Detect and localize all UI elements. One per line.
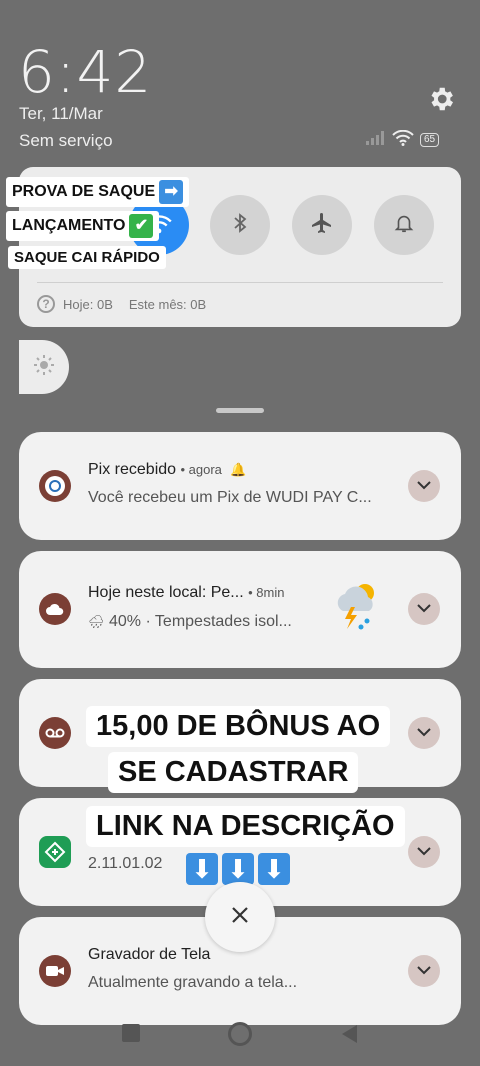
rain-icon: 🌧 [88, 614, 105, 629]
drag-handle[interactable] [216, 408, 264, 413]
app-icon-pix [39, 470, 71, 502]
help-icon: ? [37, 295, 55, 313]
chevron-down-icon [417, 477, 431, 495]
navigation-bar [0, 1022, 480, 1066]
home-button[interactable] [228, 1022, 252, 1046]
airplane-toggle[interactable] [292, 195, 352, 255]
notification-body: 2.11.01.02 [88, 855, 163, 872]
storm-icon [329, 577, 385, 638]
notification-time: • 8min [248, 585, 285, 600]
expand-button[interactable] [408, 593, 440, 625]
notification-title-row: Pix recebido • agora 🔔 [88, 461, 247, 479]
overlay-banner-link: LINK NA DESCRIÇÃO [86, 806, 405, 847]
close-icon [231, 906, 249, 929]
chevron-down-icon [417, 600, 431, 618]
data-usage[interactable]: ? Hoje: 0B Este mês: 0B [37, 295, 206, 313]
app-icon-voicemail [39, 717, 71, 749]
overlay-banner-bonus: 15,00 DE BÔNUS AO [86, 706, 391, 747]
overlay-tag-launch: LANÇAMENTO ✔ [6, 211, 160, 241]
app-icon-weather [39, 593, 71, 625]
bluetooth-icon [232, 212, 248, 239]
alert-bell-icon: 🔔 [230, 462, 247, 477]
arrow-right-icon: ➡ [159, 180, 184, 204]
gear-icon[interactable] [426, 84, 456, 114]
chevron-down-icon [417, 724, 431, 742]
clear-all-button[interactable] [205, 882, 275, 952]
sun-icon [33, 354, 55, 381]
service-status: Sem serviço [19, 131, 113, 150]
back-button[interactable] [340, 1024, 358, 1049]
expand-button[interactable] [408, 470, 440, 502]
chevron-down-icon [417, 962, 431, 980]
overlay-tag-proof: PROVA DE SAQUE ➡ [6, 177, 190, 207]
airplane-icon [310, 211, 334, 240]
wifi-icon [392, 129, 414, 151]
overlay-tag-fast: SAQUE CAI RÁPIDO [8, 246, 166, 269]
signal-icon [366, 130, 386, 150]
notification-body: 🌧 40% · Tempestades isol... [88, 613, 292, 630]
date-label: Ter, 11/Mar [19, 104, 103, 123]
chevron-down-icon [417, 843, 431, 861]
sound-toggle[interactable] [374, 195, 434, 255]
expand-button[interactable] [408, 836, 440, 868]
notification-body: Você recebeu um Pix de WUDI PAY C... [88, 489, 372, 506]
status-icons: 65 [366, 129, 440, 151]
notification-body: Atualmente gravando a tela... [88, 974, 298, 991]
notification-pix[interactable]: Pix recebido • agora 🔔 Você recebeu um P… [19, 432, 461, 540]
notification-time: • agora [180, 462, 222, 477]
notification-title: Gravador de Tela [88, 946, 211, 963]
battery-indicator: 65 [420, 133, 440, 147]
data-today: Hoje: 0B [63, 296, 113, 312]
notification-weather[interactable]: Hoje neste local: Pe... • 8min 🌧 40% · T… [19, 551, 461, 668]
app-icon-update [39, 836, 71, 868]
expand-button[interactable] [408, 717, 440, 749]
brightness-slider[interactable] [19, 340, 69, 394]
notification-title: Hoje neste local: Pe... [88, 584, 244, 601]
app-icon-recorder [39, 955, 71, 987]
divider [37, 282, 443, 283]
notification-title: Pix recebido [88, 461, 177, 478]
recents-button[interactable] [122, 1024, 140, 1042]
check-icon: ✔ [129, 214, 154, 238]
notification-title-row: Hoje neste local: Pe... • 8min [88, 584, 284, 602]
data-month: Este mês: 0B [128, 296, 207, 312]
clock-time: 6:42 [18, 38, 153, 106]
expand-button[interactable] [408, 955, 440, 987]
bluetooth-toggle[interactable] [210, 195, 270, 255]
overlay-banner-register: SE CADASTRAR [108, 752, 359, 793]
down-arrows-icon: ⬇ ⬇ ⬇ [184, 853, 292, 885]
bell-icon [393, 212, 415, 239]
